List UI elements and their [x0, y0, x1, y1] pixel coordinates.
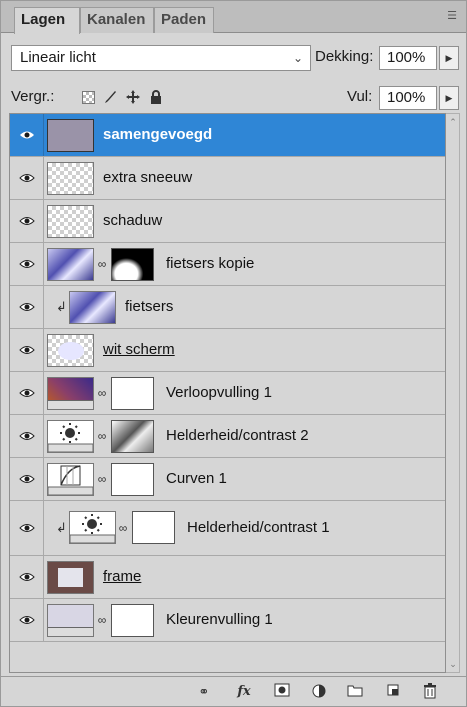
brightness-adjustment-icon [69, 511, 116, 544]
layer-name[interactable]: wit scherm [103, 329, 175, 371]
layer-name[interactable]: frame [103, 556, 141, 598]
layer-row-wit-scherm[interactable]: wit scherm [10, 329, 445, 372]
layer-mask-thumbnail[interactable] [111, 377, 154, 410]
new-layer-icon[interactable] [384, 683, 402, 701]
brightness-adjustment-icon [47, 420, 94, 453]
clipping-arrow-icon: ↲ [56, 299, 67, 314]
frame-inner [58, 568, 83, 587]
lock-image-pixels-icon[interactable] [102, 89, 118, 105]
panel-tab-bar: Lagen Kanalen Paden ☰ [1, 1, 466, 34]
scroll-up-icon[interactable]: ⌃ [447, 116, 459, 128]
layer-row-schaduw[interactable]: schaduw [10, 200, 445, 243]
layer-thumbnail [47, 119, 94, 152]
layer-thumbnail [69, 291, 116, 324]
lock-position-icon[interactable] [125, 89, 141, 105]
layer-row-helderheid-contrast-2[interactable]: ∞ Helderheid/contrast 2 [10, 415, 445, 458]
visibility-eye-icon[interactable] [10, 556, 44, 598]
layer-thumbnail [47, 162, 94, 195]
panel-menu-icon[interactable]: ☰ [444, 10, 460, 22]
opacity-input[interactable]: 100% [379, 46, 437, 70]
layer-name[interactable]: fietsers [125, 286, 173, 328]
layers-panel: Lagen Kanalen Paden ☰ Lineair licht ⌄ De… [0, 0, 467, 707]
mask-link-icon[interactable]: ∞ [97, 613, 107, 627]
layer-thumbnail [47, 248, 94, 281]
visibility-eye-icon[interactable] [10, 157, 44, 199]
mask-link-icon[interactable]: ∞ [97, 257, 107, 271]
layers-scrollbar[interactable]: ⌃ ⌄ [446, 113, 460, 673]
layer-mask-thumbnail[interactable] [111, 248, 154, 281]
layer-row-frame[interactable]: frame [10, 556, 445, 599]
visibility-eye-icon[interactable] [10, 200, 44, 242]
mask-link-icon[interactable]: ∞ [97, 472, 107, 486]
layer-row-fietsers-kopie[interactable]: ∞ fietsers kopie [10, 243, 445, 286]
clipping-arrow-icon: ↲ [56, 520, 67, 535]
link-layers-icon[interactable]: ⚭ [193, 683, 215, 701]
visibility-eye-icon[interactable] [10, 415, 44, 457]
opacity-slider-arrow-icon[interactable]: ▶ [439, 46, 459, 70]
layer-row-helderheid-contrast-1[interactable]: ↲ ∞ Helderheid/contrast 1 [10, 501, 445, 556]
tab-lagen[interactable]: Lagen [14, 7, 80, 34]
mask-link-icon[interactable]: ∞ [97, 386, 107, 400]
layer-thumbnail [47, 334, 94, 367]
layer-name[interactable]: Kleurenvulling 1 [166, 599, 273, 641]
layer-mask-thumbnail[interactable] [111, 604, 154, 637]
layer-name[interactable]: schaduw [103, 200, 162, 242]
layer-row-extra-sneeuw[interactable]: extra sneeuw [10, 157, 445, 200]
fill-input[interactable]: 100% [379, 86, 437, 110]
color-fill-thumbnail [47, 604, 94, 637]
thumbnail-blob [58, 342, 84, 360]
layer-mask-thumbnail[interactable] [111, 420, 154, 453]
layer-row-kleurenvulling-1[interactable]: ∞ Kleurenvulling 1 [10, 599, 445, 642]
visibility-eye-icon[interactable] [10, 243, 44, 285]
add-mask-icon[interactable] [273, 683, 291, 701]
layer-thumbnail [47, 205, 94, 238]
layer-name[interactable]: fietsers kopie [166, 243, 254, 285]
opacity-label: Dekking: [315, 48, 374, 65]
fill-label: Vul: [347, 88, 373, 105]
gradient-fill-thumbnail [47, 377, 94, 410]
layers-bottom-toolbar: ⚭ fx [1, 676, 466, 706]
visibility-eye-icon[interactable] [10, 372, 44, 414]
layer-name[interactable]: Verloopvulling 1 [166, 372, 272, 414]
layer-row-samengevoegd[interactable]: samengevoegd [10, 114, 445, 157]
tab-paden[interactable]: Paden [154, 7, 214, 33]
layer-row-curven-1[interactable]: ∞ Curven 1 [10, 458, 445, 501]
lock-icons [82, 88, 164, 106]
visibility-eye-icon[interactable] [10, 599, 44, 641]
layer-name[interactable]: Helderheid/contrast 2 [166, 415, 309, 457]
scroll-down-icon[interactable]: ⌄ [447, 658, 459, 670]
visibility-eye-icon[interactable] [10, 458, 44, 500]
blend-mode-value: Lineair licht [20, 49, 96, 66]
layer-name[interactable]: samengevoegd [103, 114, 212, 156]
tab-kanalen[interactable]: Kanalen [80, 7, 154, 33]
fill-bar [48, 627, 93, 636]
layers-list: samengevoegd extra sneeuw schaduw ∞ fiet… [9, 113, 446, 673]
layer-mask-thumbnail[interactable] [111, 463, 154, 496]
lock-all-icon[interactable] [148, 89, 164, 105]
visibility-eye-icon[interactable] [10, 329, 44, 371]
chevron-down-icon: ⌄ [292, 51, 303, 65]
delete-layer-icon[interactable] [421, 683, 439, 701]
curves-adjustment-icon [47, 463, 94, 496]
lock-label: Vergr.: [11, 88, 55, 105]
layer-name[interactable]: extra sneeuw [103, 157, 192, 199]
visibility-eye-icon[interactable] [10, 286, 44, 328]
adjustment-layer-icon[interactable] [309, 683, 329, 701]
layer-name[interactable]: Helderheid/contrast 1 [187, 501, 330, 555]
visibility-eye-icon[interactable] [10, 501, 44, 555]
fill-slider-arrow-icon[interactable]: ▶ [439, 86, 459, 110]
mask-link-icon[interactable]: ∞ [118, 521, 128, 535]
layer-row-verloopvulling-1[interactable]: ∞ Verloopvulling 1 [10, 372, 445, 415]
layer-row-fietsers[interactable]: ↲ fietsers [10, 286, 445, 329]
visibility-eye-icon[interactable] [10, 114, 44, 156]
fill-bar [48, 400, 93, 409]
layer-thumbnail [47, 561, 94, 594]
lock-transparency-icon[interactable] [82, 90, 95, 104]
mask-link-icon[interactable]: ∞ [97, 429, 107, 443]
blend-mode-dropdown[interactable]: Lineair licht ⌄ [11, 45, 311, 71]
fx-effects-icon[interactable]: fx [233, 683, 255, 701]
layer-mask-thumbnail[interactable] [132, 511, 175, 544]
new-group-icon[interactable] [346, 683, 364, 701]
layer-name[interactable]: Curven 1 [166, 458, 227, 500]
